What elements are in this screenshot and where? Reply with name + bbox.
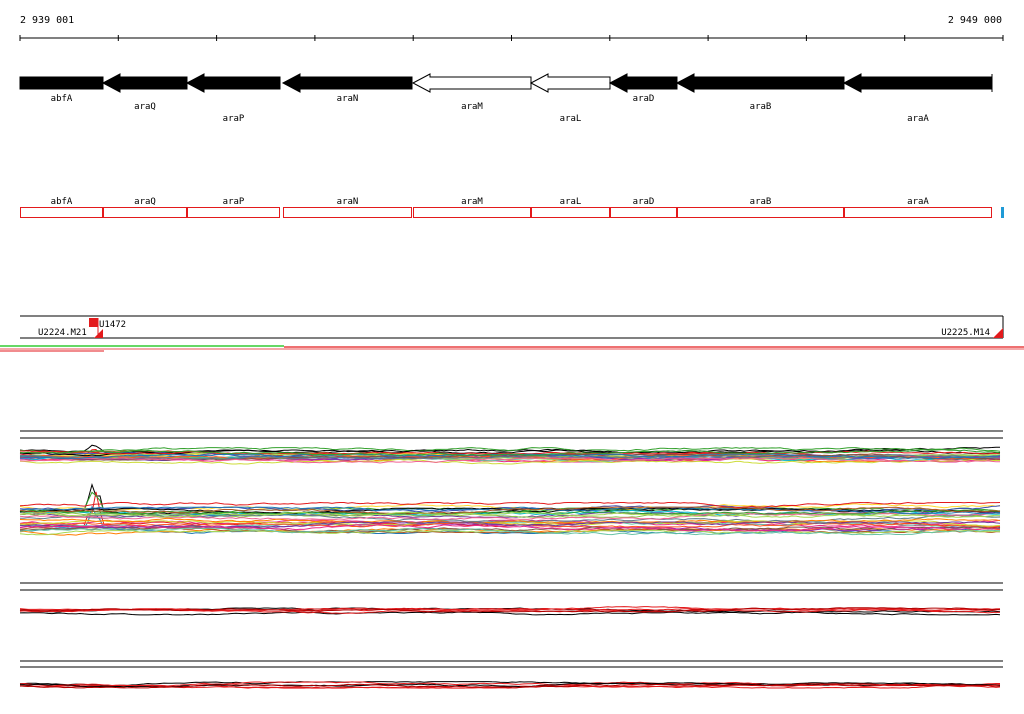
gene-track: abfA araQ araP araN araM araL araD araB — [19, 73, 993, 124]
region-araP[interactable]: araP — [187, 197, 280, 218]
promoter-marker[interactable] — [89, 318, 98, 327]
expression-track-a — [19, 444, 1001, 465]
region-box[interactable] — [103, 207, 187, 218]
region-track: abfA araQ araP araN araM araL araD araB — [20, 197, 1004, 218]
region-abfA[interactable]: abfA — [20, 197, 103, 218]
gene-label: araA — [907, 114, 929, 124]
gene-label: araP — [223, 114, 245, 124]
region-box[interactable] — [413, 207, 531, 218]
region-araM[interactable]: araM — [413, 197, 531, 218]
gene-label: araL — [560, 114, 582, 124]
region-araQ[interactable]: araQ — [103, 197, 187, 218]
gene-araA[interactable]: araA — [842, 73, 993, 124]
gene-arrow[interactable] — [19, 76, 104, 90]
gene-label: araM — [461, 102, 483, 112]
region-araB[interactable]: araB — [677, 197, 844, 218]
gene-label: araQ — [134, 102, 156, 112]
gene-abfA[interactable]: abfA — [19, 76, 104, 104]
gene-arrow[interactable] — [101, 73, 188, 93]
promoter-left[interactable]: U1472 U2224.M21 — [38, 318, 126, 338]
gene-label: araD — [633, 94, 655, 104]
region-box[interactable] — [283, 207, 412, 218]
expression-tracks — [19, 430, 1003, 689]
region-box[interactable] — [610, 207, 677, 218]
gene-label: araB — [750, 102, 772, 112]
expression-track-d — [19, 681, 1001, 689]
region-label: araP — [223, 197, 245, 207]
gene-araM[interactable]: araM — [411, 73, 532, 112]
gene-araB[interactable]: araB — [675, 73, 845, 112]
region-box[interactable] — [677, 207, 844, 218]
gene-arrow[interactable] — [608, 73, 678, 93]
gene-araL[interactable]: araL — [529, 73, 611, 124]
expression-profile-line — [19, 611, 1001, 616]
region-box[interactable] — [531, 207, 610, 218]
gene-label: araN — [337, 94, 359, 104]
genome-browser: 2 939 001 2 949 000 abfA araQ araP araN … — [0, 15, 1024, 689]
promoter-left-marker-label: U1472 — [99, 320, 126, 330]
region-araN[interactable]: araN — [283, 197, 412, 218]
expression-track-b — [19, 483, 1001, 536]
start-coordinate: 2 939 001 — [20, 15, 74, 26]
gene-arrow[interactable] — [675, 73, 845, 93]
gene-label: abfA — [51, 94, 73, 104]
gene-arrow[interactable] — [842, 73, 993, 93]
region-box[interactable] — [187, 207, 280, 218]
end-coordinate: 2 949 000 — [948, 15, 1002, 26]
region-label: araD — [633, 197, 655, 207]
terminator-marker[interactable] — [993, 328, 1003, 338]
gene-arrow[interactable] — [529, 73, 611, 93]
region-araL[interactable]: araL — [531, 197, 610, 218]
promoter-right[interactable]: U2225.M14 — [941, 328, 1003, 338]
region-box[interactable] — [20, 207, 103, 218]
gene-arrow[interactable] — [411, 73, 532, 93]
region-araA[interactable]: araA — [844, 197, 992, 218]
gene-araD[interactable]: araD — [608, 73, 678, 104]
region-end-marker — [1001, 207, 1004, 218]
coordinate-ruler: 2 939 001 2 949 000 — [19, 15, 1004, 41]
gene-arrow[interactable] — [281, 73, 413, 93]
region-label: araQ — [134, 197, 156, 207]
region-label: araA — [907, 197, 929, 207]
promoter-left-label: U2224.M21 — [38, 328, 87, 338]
region-label: araN — [337, 197, 359, 207]
region-label: araM — [461, 197, 483, 207]
region-box[interactable] — [844, 207, 992, 218]
gene-araP[interactable]: araP — [185, 73, 281, 124]
gene-araN[interactable]: araN — [281, 73, 413, 104]
region-label: abfA — [51, 197, 73, 207]
region-araD[interactable]: araD — [610, 197, 677, 218]
gene-arrow[interactable] — [185, 73, 281, 93]
expression-track-c — [19, 606, 1001, 616]
gene-araQ[interactable]: araQ — [101, 73, 188, 112]
promoter-right-label: U2225.M14 — [941, 328, 990, 338]
region-label: araB — [750, 197, 772, 207]
promoter-track: U1472 U2224.M21 U2225.M14 — [0, 315, 1024, 352]
region-label: araL — [560, 197, 582, 207]
